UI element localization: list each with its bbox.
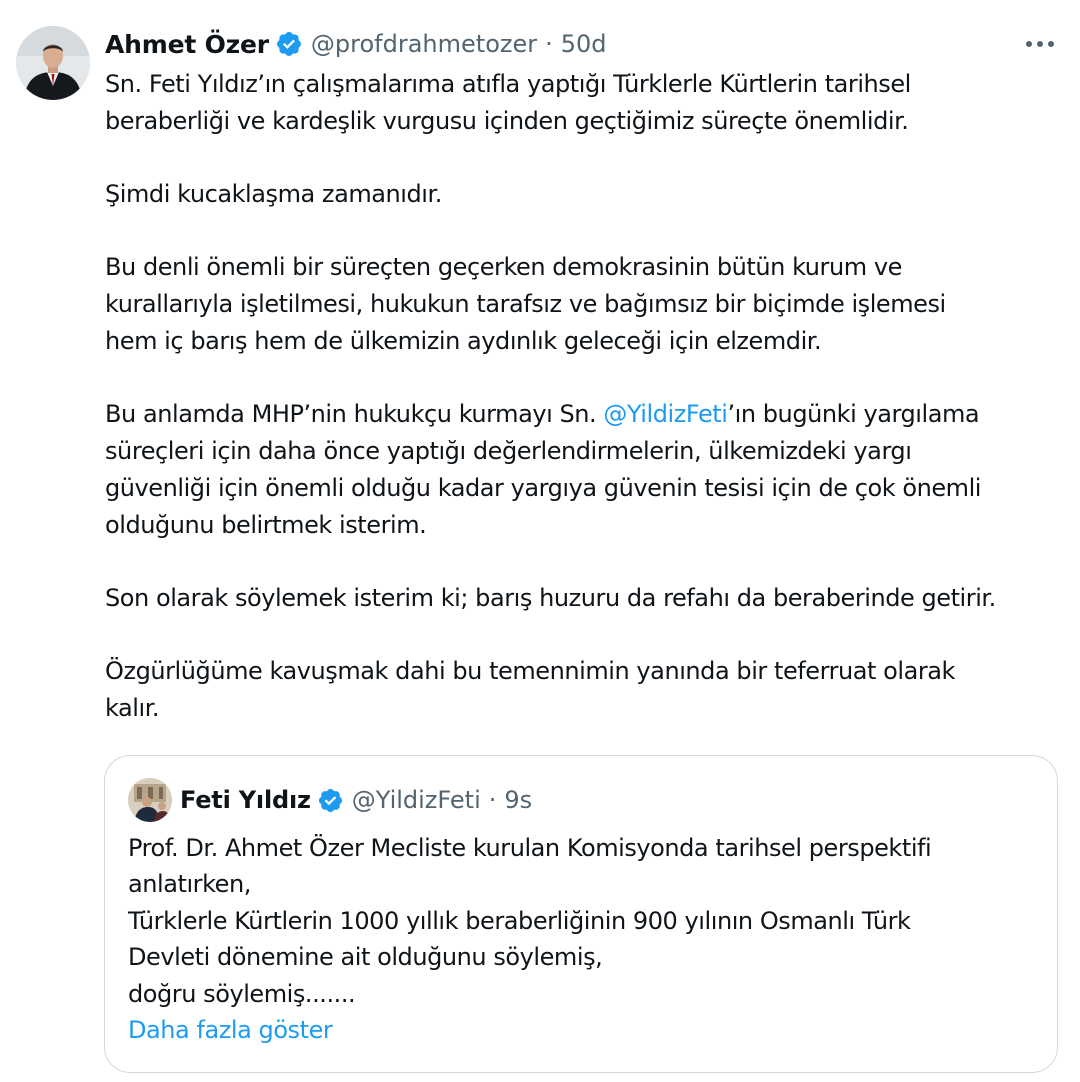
text-line: Türklerle Kürtlerin 1000 yıllık beraberl… [128, 906, 911, 935]
tweet[interactable]: Ahmet Özer @profdrahmetozer · 50d Sn. Fe… [0, 0, 1080, 1082]
tweet-paragraph: Özgürlüğüme kavuşmak dahi bu temennimin … [105, 653, 1070, 727]
text-line: Özgürlüğüme kavuşmak dahi bu temennimin … [105, 657, 955, 685]
tweet-paragraph: Şimdi kucaklaşma zamanıdır. [105, 176, 1070, 213]
author-avatar-image [16, 26, 90, 100]
verified-badge-icon [275, 30, 303, 58]
author-name[interactable]: Ahmet Özer [105, 30, 269, 59]
tweet-paragraph: Bu anlamda MHP’nin hukukçu kurmayı Sn. @… [105, 396, 1070, 544]
mention-link[interactable]: @YildizFeti [603, 400, 727, 428]
text-line: Bu denli önemli bir süreçten geçerken de… [105, 253, 902, 281]
quoted-tweet-timestamp[interactable]: 9s [504, 786, 532, 814]
quoted-author-avatar-image [128, 778, 172, 822]
text-line: kalır. [105, 694, 160, 722]
tweet-paragraph: Sn. Feti Yıldız’ın çalışmalarıma atıfla … [105, 66, 1070, 140]
text-segment: ’ın bugünki yargılama [727, 400, 980, 428]
quoted-author-name[interactable]: Feti Yıldız [180, 786, 311, 814]
tweet-timestamp[interactable]: 50d [561, 30, 607, 58]
more-button[interactable] [1022, 30, 1058, 58]
text-segment: Bu anlamda MHP’nin hukukçu kurmayı Sn. [105, 400, 604, 428]
quoted-tweet-text: Prof. Dr. Ahmet Özer Mecliste kurulan Ko… [128, 830, 1038, 1048]
text-line: olduğunu belirtmek isterim. [105, 511, 427, 539]
text-line: süreçleri için daha önce yaptığı değerle… [105, 437, 912, 465]
quoted-author-avatar[interactable] [128, 778, 172, 822]
tweet-header: Ahmet Özer @profdrahmetozer · 50d [105, 26, 607, 62]
text-line: Bu anlamda MHP’nin hukukçu kurmayı Sn. @… [105, 396, 1070, 433]
text-line: kurallarıyla işletilmesi, hukukun tarafs… [105, 290, 946, 318]
text-line: Devleti dönemine ait olduğunu söylemiş, [128, 943, 603, 972]
text-line: Şimdi kucaklaşma zamanıdır. [105, 180, 442, 208]
quoted-tweet-header: Feti Yıldız @YildizFeti · 9s [180, 782, 532, 818]
tweet-text: Sn. Feti Yıldız’ın çalışmalarıma atıfla … [105, 66, 1070, 727]
text-line: Son olarak söylemek isterim ki; barış hu… [105, 584, 996, 612]
tweet-paragraph: Bu denli önemli bir süreçten geçerken de… [105, 249, 1070, 360]
show-more-link[interactable]: Daha fazla göster [128, 1012, 1038, 1048]
text-line: anlatırken, [128, 870, 251, 899]
text-line: Prof. Dr. Ahmet Özer Mecliste kurulan Ko… [128, 834, 932, 862]
text-line: Sn. Feti Yıldız’ın çalışmalarıma atıfla … [105, 70, 911, 98]
author-avatar[interactable] [16, 26, 90, 100]
text-line: güvenliği için önemli olduğu kadar yargı… [105, 474, 982, 502]
author-handle[interactable]: @profdrahmetozer [311, 30, 537, 58]
header-separator: · [545, 30, 553, 58]
quoted-author-handle[interactable]: @YildizFeti [352, 786, 481, 814]
text-line: beraberliği ve kardeşlik vurgusu içinden… [105, 107, 909, 135]
more-horizontal-icon [1026, 41, 1054, 47]
verified-badge-icon [317, 787, 344, 814]
text-line: hem iç barış hem de ülkemizin aydınlık g… [105, 327, 822, 355]
quoted-header-separator: · [488, 786, 497, 814]
text-line: doğru söylemiş....... [128, 979, 356, 1008]
tweet-paragraph: Son olarak söylemek isterim ki; barış hu… [105, 580, 1070, 617]
quoted-tweet-card[interactable]: Feti Yıldız @YildizFeti · 9s Prof. Dr. A… [104, 755, 1058, 1073]
